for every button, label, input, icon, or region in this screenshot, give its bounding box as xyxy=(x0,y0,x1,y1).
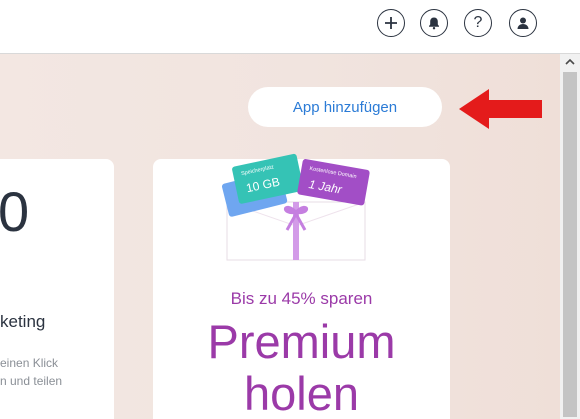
add-app-button[interactable]: App hinzufügen xyxy=(248,87,442,127)
gift-illustration: Speicherplatz 10 GB Kostenlose Domain 1 … xyxy=(221,153,370,261)
scroll-up-icon[interactable] xyxy=(560,54,580,70)
premium-title-line2: holen xyxy=(244,367,359,419)
top-toolbar: ? xyxy=(0,0,580,54)
help-label: ? xyxy=(473,14,483,31)
left-card-big-number: 0 xyxy=(0,180,30,243)
left-card-description: einen Klick n und teilen xyxy=(0,354,62,390)
plus-icon[interactable] xyxy=(377,9,405,37)
scrollbar-thumb[interactable] xyxy=(563,72,577,417)
left-card-desc-line1: einen Klick xyxy=(0,356,59,370)
left-card-title: keting xyxy=(0,312,46,331)
premium-title-line1: Premium xyxy=(207,315,396,368)
vertical-scrollbar[interactable] xyxy=(560,54,580,419)
profile-icon[interactable] xyxy=(509,9,537,37)
bell-icon[interactable] xyxy=(420,9,448,37)
left-card-desc-line2: n und teilen xyxy=(0,374,63,388)
main-content: App hinzufügen 0 keting einen Klick n un… xyxy=(0,54,560,419)
premium-title: Premium holen xyxy=(153,316,450,419)
red-arrow-annotation xyxy=(459,89,542,129)
premium-subtitle: Bis zu 45% sparen xyxy=(230,289,373,308)
help-icon[interactable]: ? xyxy=(464,9,492,37)
